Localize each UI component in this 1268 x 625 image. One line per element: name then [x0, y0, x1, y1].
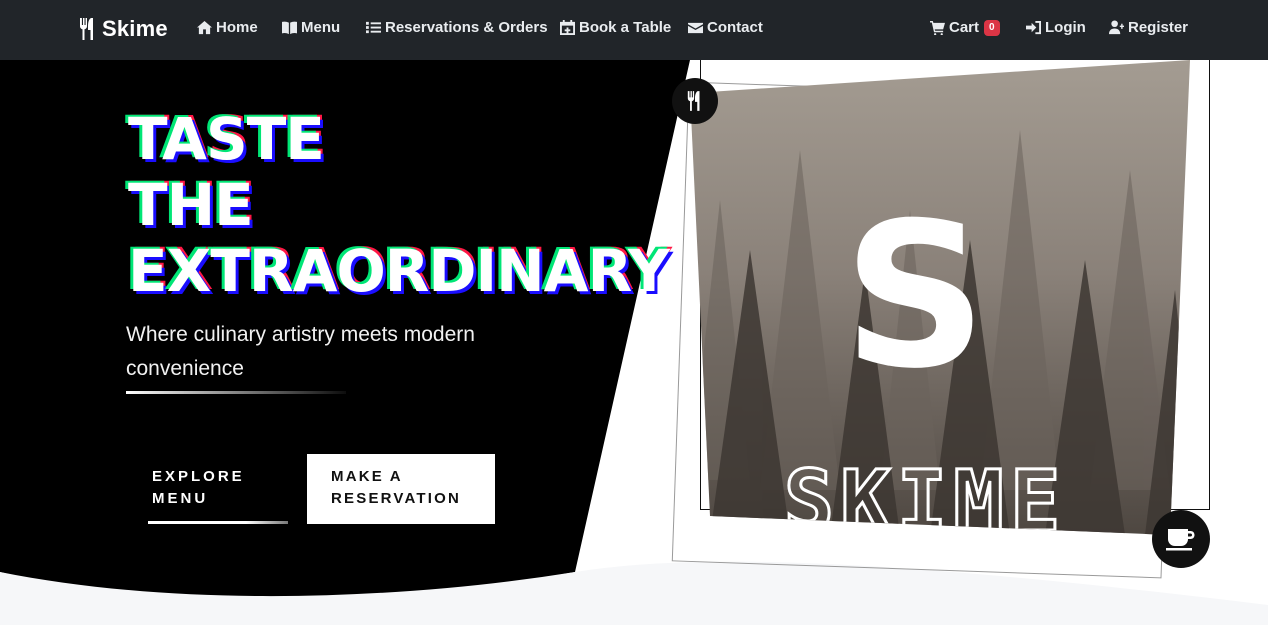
- envelope-icon: [688, 22, 703, 34]
- sign-in-icon: [1026, 20, 1041, 35]
- cart-icon: [930, 20, 945, 35]
- utensils-badge: [672, 78, 718, 124]
- nav-register[interactable]: Register: [1109, 19, 1188, 36]
- make-reservation-button[interactable]: MAKE A RESERVATION: [307, 454, 495, 524]
- explore-button-underline: [148, 521, 288, 524]
- nav-book-table[interactable]: Book a Table: [560, 19, 671, 36]
- utensils-icon: [80, 18, 93, 40]
- nav-reservations-orders[interactable]: Reservations & Orders: [366, 19, 548, 36]
- hero-headline: TASTE THE EXTRAORDINARY: [128, 105, 670, 305]
- brand-logo[interactable]: Skime: [78, 16, 168, 42]
- nav-contact[interactable]: Contact: [688, 19, 763, 36]
- calendar-icon: [560, 20, 575, 35]
- nav-home[interactable]: Home: [197, 19, 258, 36]
- logo-letter: S: [843, 180, 987, 413]
- utensils-icon: [687, 91, 700, 111]
- user-plus-icon: [1109, 20, 1124, 35]
- restaurant-hero-image: S SKIME: [690, 60, 1190, 535]
- explore-menu-button[interactable]: EXPLORE MENU: [148, 458, 288, 524]
- nav-cart[interactable]: Cart 0: [930, 19, 1000, 36]
- home-icon: [197, 20, 212, 35]
- list-icon: [366, 21, 381, 34]
- subtitle-divider: [126, 391, 346, 394]
- brand-name: Skime: [102, 16, 168, 41]
- navbar: Skime Home Menu Reservations & Orders Bo…: [0, 0, 1268, 60]
- coffee-button[interactable]: [1152, 510, 1210, 568]
- nav-menu[interactable]: Menu: [282, 19, 340, 36]
- hero-section: TASTE THE EXTRAORDINARY Where culinary a…: [0, 60, 1268, 625]
- cart-count-badge: 0: [984, 19, 1000, 36]
- hero-subtitle: Where culinary artistry meets modern con…: [126, 323, 475, 380]
- coffee-icon: [1166, 529, 1195, 551]
- nav-login[interactable]: Login: [1026, 19, 1086, 36]
- book-open-icon: [282, 21, 297, 35]
